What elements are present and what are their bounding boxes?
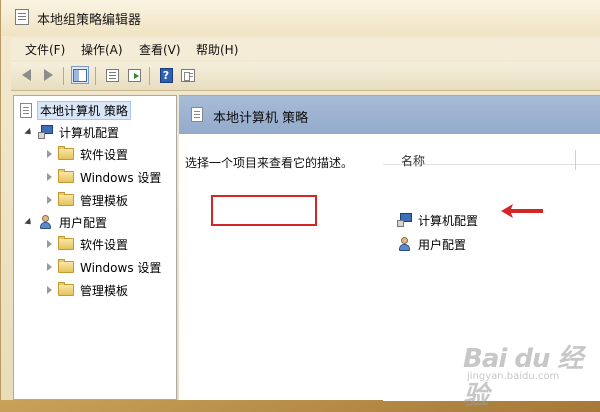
forward-arrow-icon: [43, 69, 53, 81]
expand-toggle[interactable]: [44, 239, 54, 249]
chevron-right-icon: [46, 150, 52, 158]
tree-item-label: Windows 设置: [80, 260, 162, 275]
expand-toggle[interactable]: [44, 149, 54, 159]
detail-title: 本地计算机 策略: [213, 111, 309, 126]
tree-item-software-settings[interactable]: 软件设置: [44, 234, 128, 254]
show-hide-tree-button[interactable]: [71, 66, 89, 84]
annotation-arrow-icon: [501, 204, 543, 218]
back-arrow-icon: [21, 69, 31, 81]
folder-icon: [58, 169, 74, 183]
column-divider[interactable]: [575, 150, 576, 170]
detail-header: 本地计算机 策略: [179, 96, 600, 134]
properties-button[interactable]: [179, 66, 197, 84]
toolbar-separator: [63, 67, 64, 85]
expand-toggle[interactable]: [44, 172, 54, 182]
expand-toggle[interactable]: [44, 195, 54, 205]
title-bar[interactable]: 本地组策略编辑器: [1, 0, 600, 36]
tree-item-windows-settings[interactable]: Windows 设置: [44, 257, 161, 277]
export-icon: [127, 68, 141, 82]
computer-icon: [397, 213, 413, 227]
tree-item-label: 软件设置: [80, 237, 129, 252]
user-icon: [38, 214, 54, 230]
chevron-down-icon: [24, 127, 34, 137]
list-item-computer-config[interactable]: 计算机配置: [397, 210, 478, 230]
computer-icon: [38, 125, 54, 139]
annotation-highlight-box: [211, 195, 317, 226]
toolbar: ?: [11, 62, 600, 91]
tree-item-label: 用户配置: [59, 215, 108, 230]
tree-item-label: 本地计算机 策略: [37, 100, 131, 120]
forward-button[interactable]: [39, 66, 57, 84]
tree-pane[interactable]: 本地计算机 策略 计算机配置 软件设置 Windows 设置 管理模板 用户配置: [13, 95, 177, 400]
tree-item-windows-settings[interactable]: Windows 设置: [44, 167, 161, 187]
list-item-label: 计算机配置: [418, 213, 479, 228]
user-icon: [397, 236, 413, 252]
folder-icon: [58, 236, 74, 250]
tree-item-user-config[interactable]: 用户配置: [24, 212, 107, 232]
tree-item-label: 管理模板: [80, 193, 129, 208]
chevron-right-icon: [46, 240, 52, 248]
chevron-right-icon: [46, 263, 52, 271]
toolbar-separator: [95, 67, 96, 85]
menu-file[interactable]: 文件(F): [25, 41, 65, 58]
tree-item-software-settings[interactable]: 软件设置: [44, 144, 128, 164]
list-item-user-config[interactable]: 用户配置: [397, 234, 466, 254]
menu-bar: 文件(F) 操作(A) 查看(V) 帮助(H): [11, 38, 600, 60]
toolbar-separator: [149, 67, 150, 85]
tree-item-root[interactable]: 本地计算机 策略: [20, 100, 131, 120]
expand-toggle[interactable]: [44, 262, 54, 272]
window: 本地组策略编辑器 文件(F) 操作(A) 查看(V) 帮助(H) ? 本地计算机…: [0, 0, 600, 411]
chevron-right-icon: [46, 196, 52, 204]
menu-help[interactable]: 帮助(H): [196, 41, 238, 58]
tree-item-admin-templates[interactable]: 管理模板: [44, 280, 128, 300]
app-icon: [15, 9, 29, 25]
menu-view[interactable]: 查看(V): [139, 41, 181, 58]
tree-item-computer-config[interactable]: 计算机配置: [24, 122, 119, 142]
menu-action[interactable]: 操作(A): [81, 41, 123, 58]
folder-icon: [58, 259, 74, 273]
folder-icon: [58, 282, 74, 296]
help-button[interactable]: ?: [157, 66, 175, 84]
properties-icon: [181, 68, 195, 82]
tree-item-label: 计算机配置: [59, 125, 120, 140]
watermark-url: jingyan.baidu.com: [467, 371, 560, 382]
export-button[interactable]: [125, 66, 143, 84]
list-item-label: 用户配置: [418, 237, 467, 252]
expand-toggle[interactable]: [44, 285, 54, 295]
policy-icon: [20, 102, 32, 118]
folder-icon: [58, 192, 74, 206]
back-button[interactable]: [17, 66, 35, 84]
chevron-down-icon: [24, 217, 34, 227]
help-icon: ?: [159, 67, 173, 83]
chevron-right-icon: [46, 286, 52, 294]
description-text: 选择一个项目来查看它的描述。: [185, 156, 354, 170]
baidu-watermark: Bai du 经验 jingyan.baidu.com: [463, 338, 593, 411]
column-header-name[interactable]: 名称: [383, 140, 600, 170]
chevron-right-icon: [46, 173, 52, 181]
tree-item-admin-templates[interactable]: 管理模板: [44, 190, 128, 210]
list-button[interactable]: [103, 66, 121, 84]
policy-icon: [191, 107, 203, 122]
tree-item-label: 管理模板: [80, 283, 129, 298]
tree-item-label: 软件设置: [80, 147, 129, 162]
folder-icon: [58, 146, 74, 160]
expand-toggle[interactable]: [24, 217, 34, 227]
tree-item-label: Windows 设置: [80, 170, 162, 185]
show-hide-tree-icon: [73, 68, 87, 82]
list-icon: [105, 68, 119, 82]
column-header-label: 名称: [401, 154, 426, 168]
expand-toggle[interactable]: [24, 127, 34, 137]
window-title: 本地组策略编辑器: [37, 13, 142, 28]
